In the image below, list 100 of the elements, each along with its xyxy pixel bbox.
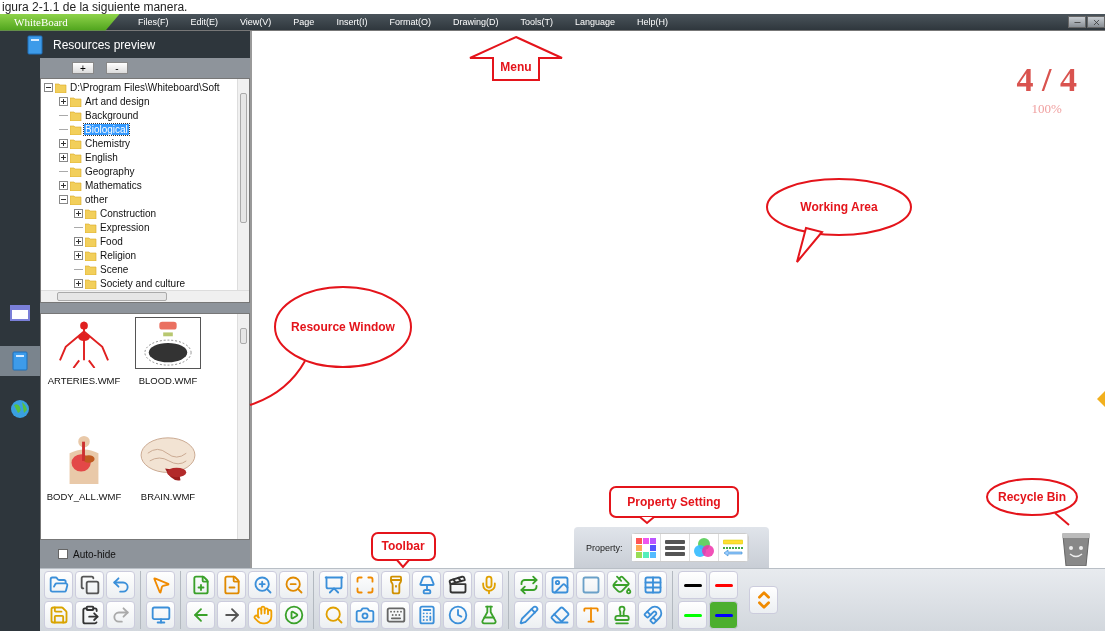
color-swatch-button[interactable] — [678, 571, 707, 599]
screen-button[interactable] — [146, 601, 175, 629]
camera-button[interactable] — [350, 601, 379, 629]
folder-icon — [55, 81, 67, 93]
tree-item[interactable]: Geography — [84, 165, 136, 177]
tree-item[interactable]: D:\Program Files\Whiteboard\Soft — [69, 81, 221, 93]
folder-icon — [70, 193, 82, 205]
tree-item[interactable]: Background — [84, 109, 140, 121]
expand-icon[interactable] — [74, 236, 83, 246]
tree-item[interactable]: Food — [99, 235, 124, 247]
horizontal-scrollbar[interactable] — [41, 290, 249, 302]
expand-icon[interactable] — [74, 278, 83, 288]
folder-icon — [70, 151, 82, 163]
menu-item[interactable]: Edit(E) — [182, 13, 226, 31]
menu-item[interactable]: View(V) — [232, 13, 280, 31]
tree-item[interactable]: Construction — [99, 207, 158, 219]
expand-icon[interactable] — [59, 96, 68, 106]
zoom-level: 100% — [1031, 101, 1062, 117]
projector-button[interactable] — [319, 571, 348, 599]
tree-item[interactable]: Art and design — [84, 95, 151, 107]
menu-item[interactable]: Tools(T) — [512, 13, 561, 31]
working-area[interactable]: 4 / 4 100% Menu Working Area Resource Window Toolbar Property Setting Recycle Bin Property: — [250, 31, 1105, 568]
collapse-icon[interactable] — [59, 194, 68, 204]
text-button[interactable] — [576, 601, 605, 629]
shape-button[interactable] — [576, 571, 605, 599]
eraser-button[interactable] — [545, 601, 574, 629]
video-button[interactable] — [443, 571, 472, 599]
vertical-scrollbar[interactable] — [237, 314, 249, 539]
expand-icon[interactable] — [59, 180, 68, 190]
keyboard-icon — [385, 605, 406, 625]
tree-item[interactable]: Scene — [99, 263, 130, 275]
play-button[interactable] — [279, 601, 308, 629]
tree-item[interactable]: Society and culture — [99, 277, 187, 289]
menu-item[interactable]: Page — [285, 13, 323, 31]
menu-item[interactable]: Drawing(D) — [444, 13, 507, 31]
vertical-scrollbar[interactable] — [237, 79, 249, 290]
app-logo: WhiteBoard — [0, 13, 120, 31]
color-grid-button[interactable] — [631, 534, 661, 561]
add-page-button[interactable] — [186, 571, 215, 599]
hand-icon — [252, 605, 273, 625]
checkbox[interactable] — [58, 549, 68, 559]
fill-button[interactable] — [607, 571, 636, 599]
tree-item[interactable]: Mathematics — [84, 179, 143, 191]
tree-item[interactable]: Chemistry — [84, 137, 131, 149]
tree-item[interactable]: other — [84, 193, 109, 205]
eraser-icon — [549, 605, 570, 625]
collapse-icon[interactable] — [44, 82, 53, 92]
magnet-button[interactable] — [638, 601, 667, 629]
zoom-out-icon — [283, 575, 304, 595]
search-button[interactable] — [319, 601, 348, 629]
toolbar-position-button[interactable] — [749, 586, 778, 614]
tree-item[interactable]: Expression — [99, 221, 151, 233]
calculator-icon — [416, 605, 437, 625]
zoom-in-button[interactable] — [248, 571, 277, 599]
tree-item[interactable]: Religion — [99, 249, 138, 261]
thumbnail-label: BODY_ALL.WMF — [46, 491, 122, 502]
clipboard-icon — [79, 605, 100, 625]
copy-icon — [79, 575, 100, 595]
menu-item[interactable]: Format(O) — [381, 13, 439, 31]
diamond-icon[interactable] — [1095, 391, 1105, 407]
menu-item[interactable]: Insert(I) — [328, 13, 376, 31]
fit-button[interactable] — [350, 571, 379, 599]
copy-button[interactable] — [75, 571, 104, 599]
trash-can-icon[interactable] — [1061, 532, 1091, 566]
stamp-button[interactable] — [607, 601, 636, 629]
window-icon — [10, 305, 30, 321]
thumbnail-frame[interactable] — [135, 317, 201, 369]
expand-icon[interactable] — [74, 208, 83, 218]
folder-icon — [85, 249, 97, 261]
select-button[interactable] — [146, 571, 175, 599]
image-button[interactable] — [545, 571, 574, 599]
checkbox-label: Auto-hide — [73, 548, 116, 560]
keyboard-button[interactable] — [381, 601, 410, 629]
pen-button[interactable] — [514, 601, 543, 629]
color-swatch-button[interactable] — [709, 601, 738, 629]
property-label: Property: — [586, 542, 623, 553]
zoom-out-button[interactable] — [279, 571, 308, 599]
close-button[interactable] — [1087, 16, 1105, 28]
convert-button[interactable] — [514, 571, 543, 599]
spotlight-button[interactable] — [381, 571, 410, 599]
menu-item[interactable]: Help(H) — [629, 13, 676, 31]
table-button[interactable] — [638, 571, 667, 599]
minimize-button[interactable] — [1068, 16, 1086, 28]
menu-item[interactable]: Language — [566, 13, 623, 31]
previous-page-button[interactable] — [186, 601, 215, 629]
paste-button[interactable] — [75, 601, 104, 629]
expand-all-button[interactable]: + — [72, 62, 94, 74]
collapse-all-button[interactable]: - — [106, 62, 128, 74]
color-swatch-button[interactable] — [678, 601, 707, 629]
expand-icon[interactable] — [59, 138, 68, 148]
tree-item[interactable]: English — [84, 151, 119, 163]
expand-icon[interactable] — [59, 152, 68, 162]
menu-item[interactable]: Files(F) — [130, 13, 177, 31]
expand-icon[interactable] — [74, 250, 83, 260]
folder-icon — [70, 95, 82, 107]
repeat-arrows-icon — [518, 575, 539, 595]
callout-label: Recycle Bin — [998, 490, 1066, 504]
color-swatch-button[interactable] — [709, 571, 738, 599]
redo-icon — [110, 605, 131, 625]
next-page-button[interactable] — [217, 601, 246, 629]
